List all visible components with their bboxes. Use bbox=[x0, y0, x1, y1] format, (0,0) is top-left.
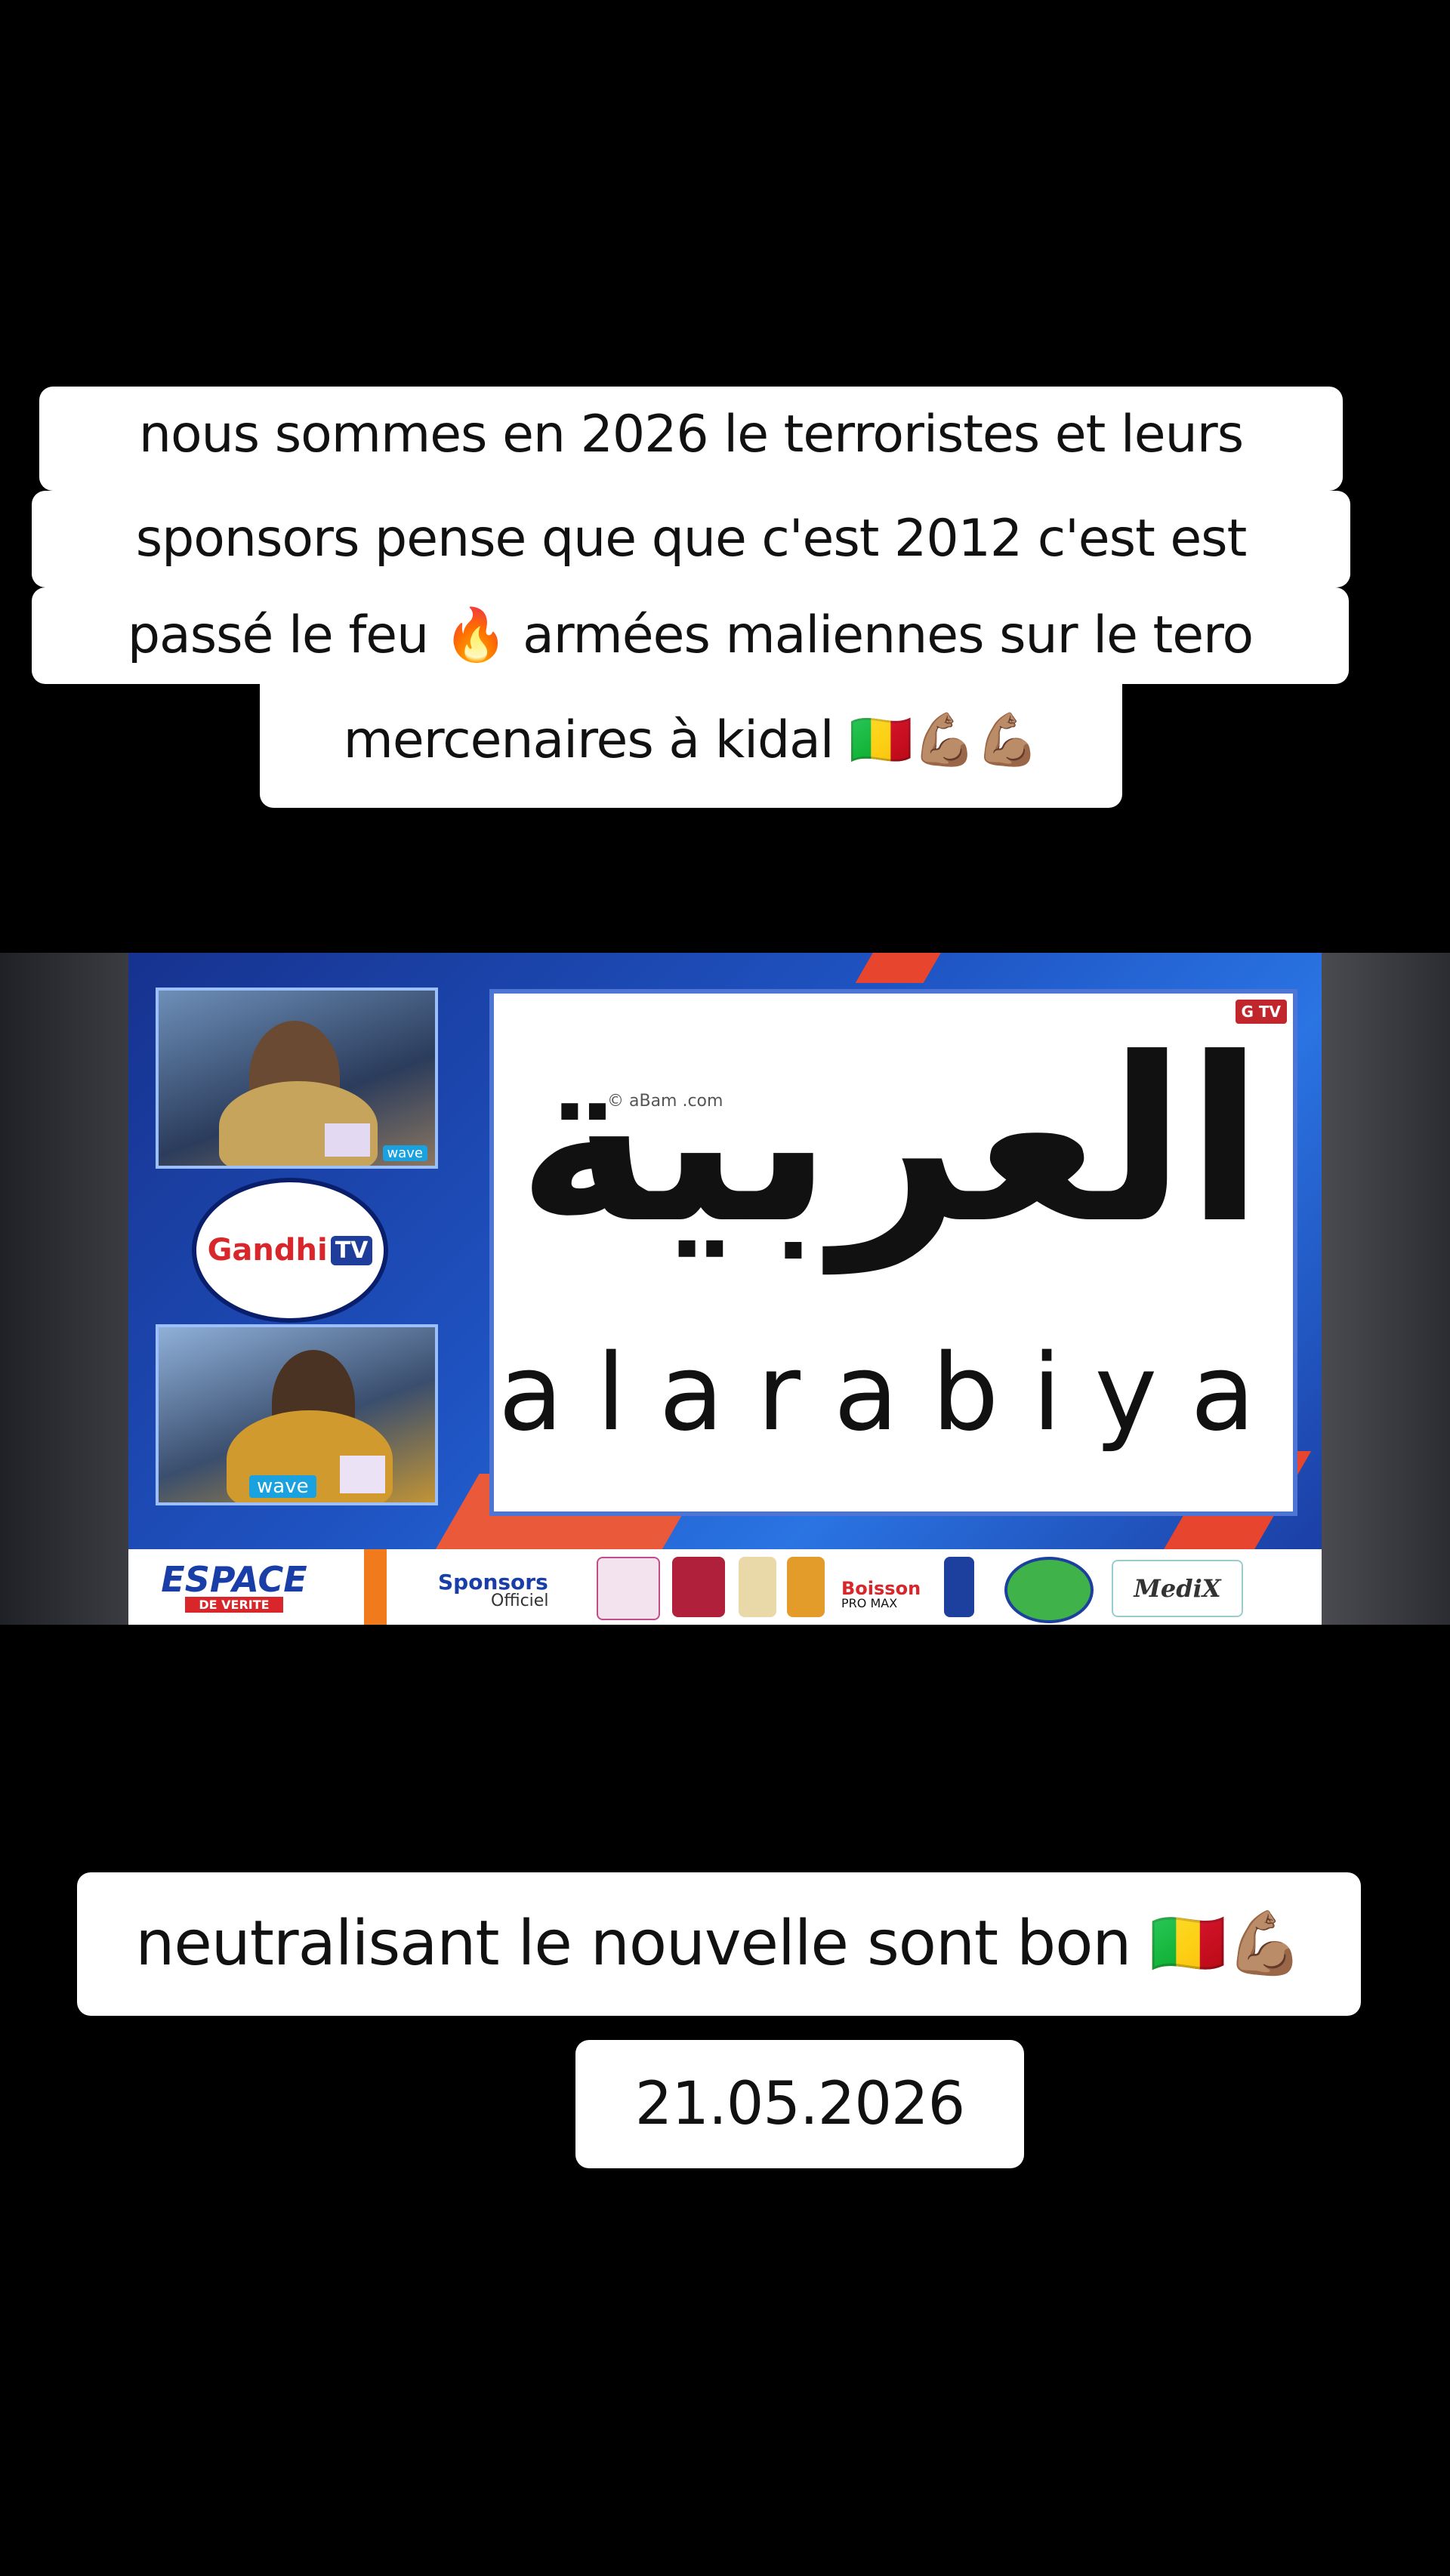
tv-studio-background: wave Gandhi TV wave العربية © aBam .com … bbox=[128, 953, 1322, 1549]
channel-logo-tv: TV bbox=[330, 1235, 373, 1265]
channel-logo: Gandhi TV bbox=[192, 1178, 388, 1323]
sponsor-bar: ESPACE DE VERITE Sponsors Officiel Boiss… bbox=[128, 1549, 1322, 1625]
caption-date: 21.05.2026 bbox=[575, 2040, 1024, 2168]
corner-channel-logo: G TV bbox=[1235, 1000, 1287, 1024]
caption-line-4: mercenaires à kidal 🇲🇱💪🏽💪🏽 bbox=[260, 684, 1122, 808]
product-jar-2 bbox=[787, 1557, 825, 1617]
alarabiya-latin-logo: alarabiya bbox=[498, 1332, 1289, 1455]
wave-badge-1: wave bbox=[382, 1145, 427, 1161]
watermark: © aBam .com bbox=[607, 1092, 723, 1111]
video-frame[interactable]: wave Gandhi TV wave العربية © aBam .com … bbox=[0, 953, 1450, 1625]
video-blur-left bbox=[0, 953, 128, 1625]
caption-line-1: nous sommes en 2026 le terroristes et le… bbox=[39, 387, 1343, 491]
espace-subtitle: DE VERITE bbox=[185, 1596, 283, 1613]
caption-line-2: sponsors pense que que c'est 2012 c'est … bbox=[32, 491, 1350, 587]
guest-video-panel-1: wave bbox=[156, 988, 438, 1169]
sponsors-title: Sponsors bbox=[438, 1570, 548, 1595]
channel-logo-g: Gandhi bbox=[207, 1233, 328, 1268]
product-round-logo bbox=[1004, 1557, 1094, 1623]
guest-video-panel-2: wave bbox=[156, 1324, 438, 1505]
wave-badge-2: wave bbox=[249, 1475, 316, 1498]
espace-title: ESPACE bbox=[161, 1558, 307, 1600]
product-logo-gadane bbox=[597, 1557, 660, 1620]
orange-separator bbox=[364, 1549, 387, 1625]
boisson-title: Boisson bbox=[841, 1578, 921, 1599]
alarabiya-screen: العربية © aBam .com G TV alarabiya bbox=[489, 989, 1297, 1516]
alarabiya-arabic-logo: العربية bbox=[517, 1009, 1264, 1273]
caption-line-5: neutralisant le nouvelle sont bon 🇲🇱💪🏽 bbox=[77, 1872, 1361, 2016]
medix-logo: MediX bbox=[1112, 1560, 1243, 1617]
product-energy-can bbox=[944, 1557, 974, 1617]
espace-de-verite-logo: ESPACE DE VERITE bbox=[128, 1549, 340, 1625]
caption-line-3: passé le feu 🔥 armées maliennes sur le t… bbox=[32, 587, 1349, 684]
boisson-pro-max-label: Boisson PRO MAX bbox=[841, 1579, 921, 1610]
boisson-subtitle: PRO MAX bbox=[841, 1596, 898, 1610]
sponsors-subtitle: Officiel bbox=[491, 1592, 549, 1610]
product-can bbox=[672, 1557, 725, 1617]
product-jar-1 bbox=[739, 1557, 776, 1617]
video-blur-right bbox=[1322, 953, 1450, 1625]
sponsors-label: Sponsors Officiel bbox=[438, 1572, 548, 1610]
